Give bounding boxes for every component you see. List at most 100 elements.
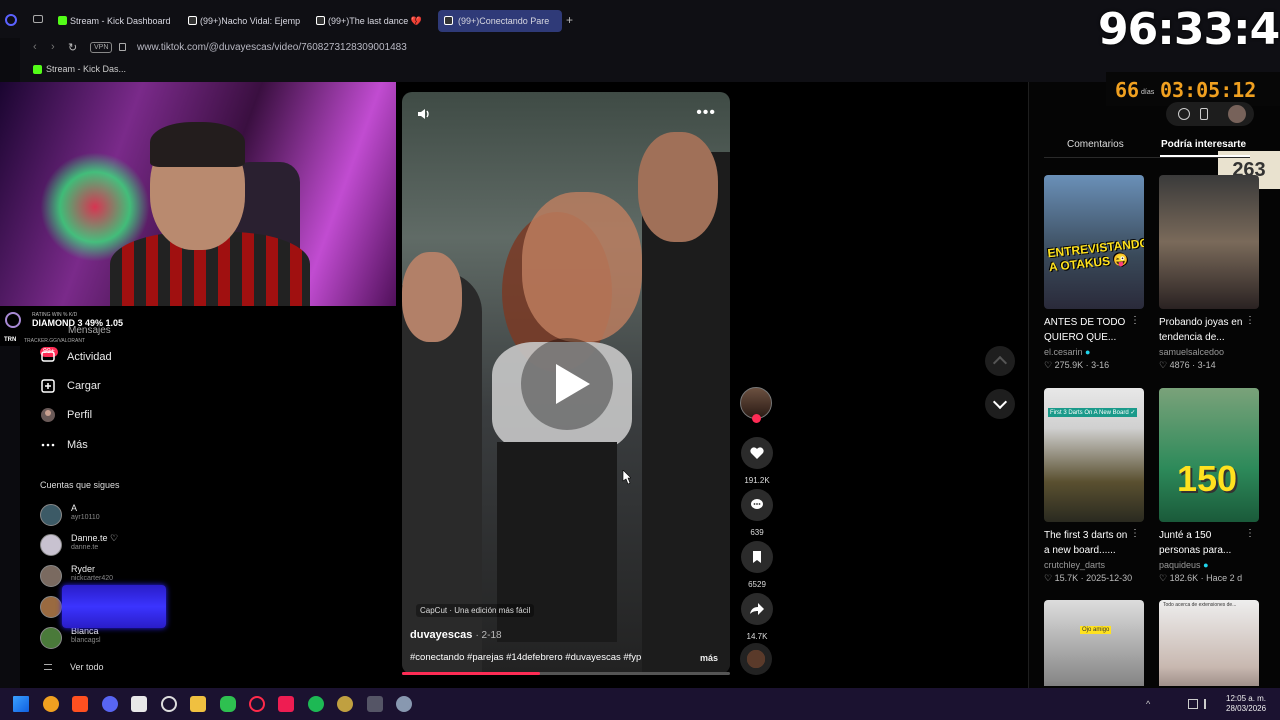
card-user[interactable]: crutchley_darts [1044, 560, 1105, 570]
card-title[interactable]: ANTES DE TODO QUIERO QUE... [1044, 315, 1134, 345]
new-tab-button[interactable]: + [566, 13, 573, 27]
store-icon[interactable] [131, 696, 147, 712]
settings-icon[interactable] [396, 696, 412, 712]
thumbnail-text: First 3 Darts On A New Board ✓ [1048, 408, 1138, 417]
video-scene-person [522, 192, 642, 342]
video-more-icon[interactable]: ••• [696, 104, 716, 122]
app-icon[interactable] [337, 696, 353, 712]
card-user[interactable]: samuelsalcedoo [1159, 347, 1224, 357]
video-thumbnail[interactable]: 150 [1159, 388, 1259, 522]
tiktok-icon[interactable] [278, 696, 294, 712]
video-thumbnail[interactable]: Todo acerca de extensiones de... [1159, 600, 1259, 686]
sidebar-item-profile[interactable]: Perfil [40, 405, 92, 425]
comment-button[interactable]: 639 [740, 489, 774, 537]
video-player[interactable]: ••• CapCut · Una edición más fácil duvay… [402, 92, 730, 674]
sidebar-item-messages[interactable]: Mensajes [68, 320, 111, 340]
tab-kick-dashboard[interactable]: Stream - Kick Dashboard [56, 10, 182, 32]
video-thumbnail[interactable] [1159, 175, 1259, 309]
lock-icon[interactable] [119, 43, 126, 51]
next-video-button[interactable] [985, 389, 1015, 419]
upload-icon [40, 378, 56, 394]
video-caption[interactable]: #conectando #parejas #14defebrero #duvay… [410, 652, 641, 663]
recommended-video-card[interactable]: Todo acerca de extensiones de... [1159, 600, 1259, 686]
sidebar-item-activity[interactable]: Actividad [40, 347, 112, 367]
share-icon [741, 593, 773, 625]
tab-conectando-parejas[interactable]: (99+)Conectando Pare [438, 10, 562, 32]
back-icon[interactable]: ‹ [33, 41, 37, 53]
avatar [40, 534, 62, 556]
recommended-video-card[interactable]: ENTREVISTANDO A OTAKUS 😜 ANTES DE TODO Q… [1044, 175, 1144, 370]
like-button[interactable]: 191.2K [740, 437, 774, 485]
volume-icon[interactable] [1204, 699, 1214, 709]
tab-label: (99+)The last dance 💔 [328, 16, 423, 26]
forward-icon[interactable]: › [51, 41, 55, 53]
card-more-icon[interactable]: ⋮ [1130, 528, 1140, 539]
coin-app-icon[interactable] [43, 696, 59, 712]
card-date: 3-16 [1091, 360, 1110, 370]
previous-video-button[interactable] [985, 346, 1015, 376]
tab-last-dance[interactable]: (99+)The last dance 💔 [314, 10, 430, 32]
recommended-video-card[interactable]: 150 Junté a 150 personas para... ⋮ paqui… [1159, 388, 1259, 583]
card-more-icon[interactable]: ⋮ [1245, 528, 1255, 539]
card-stats: ♡ 4876 · 3-14 [1159, 360, 1216, 370]
video-progress-bar[interactable] [402, 672, 730, 675]
caption-more-button[interactable]: más [700, 653, 718, 663]
trn-logo: TRN [4, 337, 17, 343]
video-thumbnail[interactable]: First 3 Darts On A New Board ✓ [1044, 388, 1144, 522]
see-all-link[interactable]: Ver todo [70, 662, 104, 672]
chevron-up-icon[interactable]: ^ [1146, 699, 1156, 709]
phone-icon[interactable] [1200, 108, 1208, 120]
windows-start-icon[interactable] [13, 696, 29, 712]
days-count: 66 [1115, 78, 1140, 102]
reload-icon[interactable]: ↻ [68, 41, 77, 54]
avatar[interactable] [1228, 105, 1246, 123]
play-icon[interactable] [521, 338, 613, 430]
workspace-icon[interactable] [33, 15, 43, 23]
vpn-badge[interactable]: VPN [90, 42, 113, 53]
music-disc-icon[interactable] [740, 643, 772, 675]
system-clock[interactable]: 12:05 a. m. 28/03/2026 [1226, 694, 1266, 714]
bookmarks-bar: Stream - Kick Das... [0, 60, 1280, 82]
video-author[interactable]: duvayescas · 2-18 [410, 629, 502, 641]
verified-icon: ● [1203, 560, 1209, 570]
tab-recommendations[interactable]: Podría interesarte [1161, 139, 1246, 150]
save-button[interactable]: 6529 [740, 541, 774, 589]
recommended-video-card[interactable]: Ojo amigo [1044, 600, 1144, 686]
opera-logo-icon[interactable] [5, 14, 17, 26]
video-scene-person [638, 132, 718, 242]
card-user[interactable]: el.cesarin ● [1044, 347, 1090, 357]
brave-icon[interactable] [72, 696, 88, 712]
folder-icon[interactable] [190, 696, 206, 712]
follow-plus-icon[interactable] [752, 414, 761, 423]
share-button[interactable]: 14.7K [740, 593, 774, 641]
video-thumbnail[interactable]: Ojo amigo [1044, 600, 1144, 686]
tab-comments[interactable]: Comentarios [1067, 139, 1124, 150]
card-title[interactable]: The first 3 darts on a new board...... [1044, 528, 1134, 558]
compass-icon[interactable] [1178, 108, 1190, 120]
recommended-video-card[interactable]: First 3 Darts On A New Board ✓ The first… [1044, 388, 1144, 583]
session-timer: 03:05:12 [1160, 78, 1257, 102]
volume-icon[interactable] [416, 106, 432, 122]
card-user[interactable]: paquideus ● [1159, 560, 1209, 570]
tab-nacho-vidal[interactable]: (99+)Nacho Vidal: Ejemplo [186, 10, 300, 32]
opera-icon[interactable] [249, 696, 265, 712]
bookmark-kick[interactable]: Stream - Kick Das... [46, 64, 126, 74]
recommended-video-card[interactable]: Probando joyas en tendencia de... ⋮ samu… [1159, 175, 1259, 370]
obs-icon[interactable] [161, 696, 177, 712]
clock-date: 28/03/2026 [1226, 704, 1267, 713]
url-field[interactable]: www.tiktok.com/@duvayescas/video/7608273… [137, 42, 407, 53]
card-title[interactable]: Junté a 150 personas para... [1159, 528, 1249, 558]
sidebar-item-more[interactable]: Más [40, 435, 88, 455]
discord-icon[interactable] [102, 696, 118, 712]
capcut-tag[interactable]: CapCut · Una edición más fácil [416, 604, 535, 617]
gamepad-icon[interactable] [220, 696, 236, 712]
video-thumbnail[interactable]: ENTREVISTANDO A OTAKUS 😜 [1044, 175, 1144, 309]
app-icon[interactable] [367, 696, 383, 712]
sidebar-item-upload[interactable]: Cargar [40, 376, 101, 396]
network-icon[interactable] [1188, 699, 1198, 709]
card-more-icon[interactable]: ⋮ [1130, 315, 1140, 326]
video-progress-fill [402, 672, 540, 675]
spotify-icon[interactable] [308, 696, 324, 712]
card-more-icon[interactable]: ⋮ [1245, 315, 1255, 326]
card-title[interactable]: Probando joyas en tendencia de... [1159, 315, 1249, 345]
